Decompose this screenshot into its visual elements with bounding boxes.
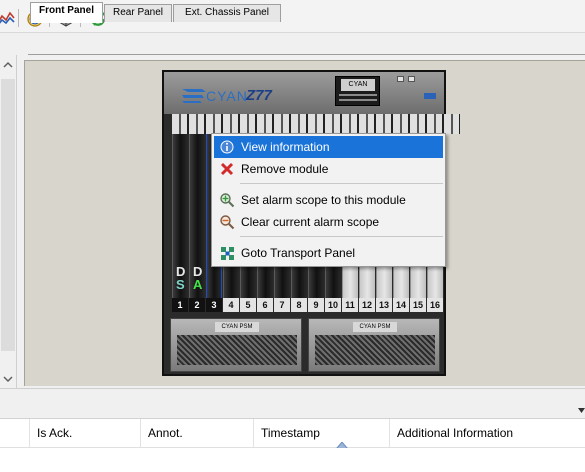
remove-icon <box>219 161 235 177</box>
slot-number: 1 <box>172 298 188 312</box>
menu-item-label: Goto Transport Panel <box>241 246 356 260</box>
tab-underline <box>28 54 585 55</box>
brand-logo-icon <box>180 86 208 104</box>
menu-item-label: Remove module <box>241 162 329 176</box>
port-indicator <box>424 93 436 99</box>
slot-number: 12 <box>359 298 375 312</box>
info-icon <box>219 139 235 155</box>
psu-grill <box>177 335 297 365</box>
slot-number: 2 <box>189 298 205 312</box>
menu-item-clear-alarm-scope[interactable]: Clear current alarm scope <box>214 211 443 233</box>
slot-number: 4 <box>223 298 239 312</box>
power-supply-1[interactable]: CYAN PSM <box>170 318 302 372</box>
tab-front-panel[interactable]: Front Panel <box>30 2 103 23</box>
display-line <box>339 99 377 101</box>
psu-label: CYAN PSM <box>215 322 259 332</box>
power-supply-2[interactable]: CYAN PSM <box>308 318 440 372</box>
slot-number: 11 <box>342 298 358 312</box>
menu-separator <box>240 183 443 184</box>
card-1-letter-bottom: S <box>176 277 185 292</box>
alarm-list[interactable] <box>0 448 585 472</box>
slot-number: 7 <box>274 298 290 312</box>
menu-item-label: Set alarm scope to this module <box>241 193 406 207</box>
slot-number: 3 <box>206 298 222 312</box>
toolbar-separator <box>18 9 19 27</box>
psu-grill <box>315 335 435 365</box>
panel-splitter[interactable] <box>0 388 585 418</box>
tab-ext-chassis-panel[interactable]: Ext. Chassis Panel <box>173 4 281 22</box>
scroll-up-icon[interactable] <box>3 60 13 72</box>
slot-number: 9 <box>308 298 324 312</box>
menu-item-goto-transport-panel[interactable]: Goto Transport Panel <box>214 242 443 264</box>
alarm-table-header: Is Ack. Annot. Timestamp Additional Info… <box>0 418 585 450</box>
display-module: CYAN <box>335 76 380 106</box>
column-header-blank[interactable] <box>0 419 30 448</box>
card-2-letter-bottom: A <box>193 277 203 292</box>
context-menu: View information Remove module Set alarm… <box>211 133 446 267</box>
scrollbar-thumb[interactable] <box>1 79 15 351</box>
column-header-annot[interactable]: Annot. <box>141 419 254 448</box>
column-header-label: Timestamp <box>261 426 320 440</box>
alarm-scope-set-icon <box>219 192 235 208</box>
alarm-scope-clear-icon <box>219 214 235 230</box>
brand-name: CYAN <box>206 88 248 104</box>
slot-number: 16 <box>427 298 443 312</box>
column-header-additional-information[interactable]: Additional Information <box>390 419 585 448</box>
menu-item-label: View information <box>241 140 330 154</box>
slot-number: 6 <box>257 298 273 312</box>
slot-number: 5 <box>240 298 256 312</box>
menu-item-view-information[interactable]: View information <box>214 136 443 158</box>
slot-number: 8 <box>291 298 307 312</box>
vertical-scrollbar[interactable] <box>0 55 17 388</box>
psu-label: CYAN PSM <box>353 322 397 332</box>
column-header-timestamp[interactable]: Timestamp <box>254 419 390 450</box>
display-line <box>339 94 377 96</box>
scroll-down-icon[interactable] <box>3 374 13 386</box>
chart-icon[interactable] <box>0 8 16 28</box>
tab-bar <box>0 33 585 55</box>
menu-item-remove-module[interactable]: Remove module <box>214 158 443 180</box>
column-header-is-ack[interactable]: Is Ack. <box>30 419 141 448</box>
slot-number: 10 <box>325 298 341 312</box>
slot-number: 13 <box>376 298 392 312</box>
display-logo: CYAN <box>341 79 375 91</box>
status-led <box>408 76 415 82</box>
card-ejector-row <box>172 114 460 134</box>
chevron-down-icon[interactable] <box>578 404 585 416</box>
menu-item-set-alarm-scope[interactable]: Set alarm scope to this module <box>214 189 443 211</box>
slot-number: 15 <box>410 298 426 312</box>
transport-panel-icon <box>219 245 235 261</box>
status-led <box>397 76 404 82</box>
tab-rear-panel[interactable]: Rear Panel <box>104 4 172 22</box>
slot-number: 14 <box>393 298 409 312</box>
menu-item-label: Clear current alarm scope <box>241 215 380 229</box>
model-name: Z77 <box>246 87 272 104</box>
menu-separator <box>240 236 443 237</box>
